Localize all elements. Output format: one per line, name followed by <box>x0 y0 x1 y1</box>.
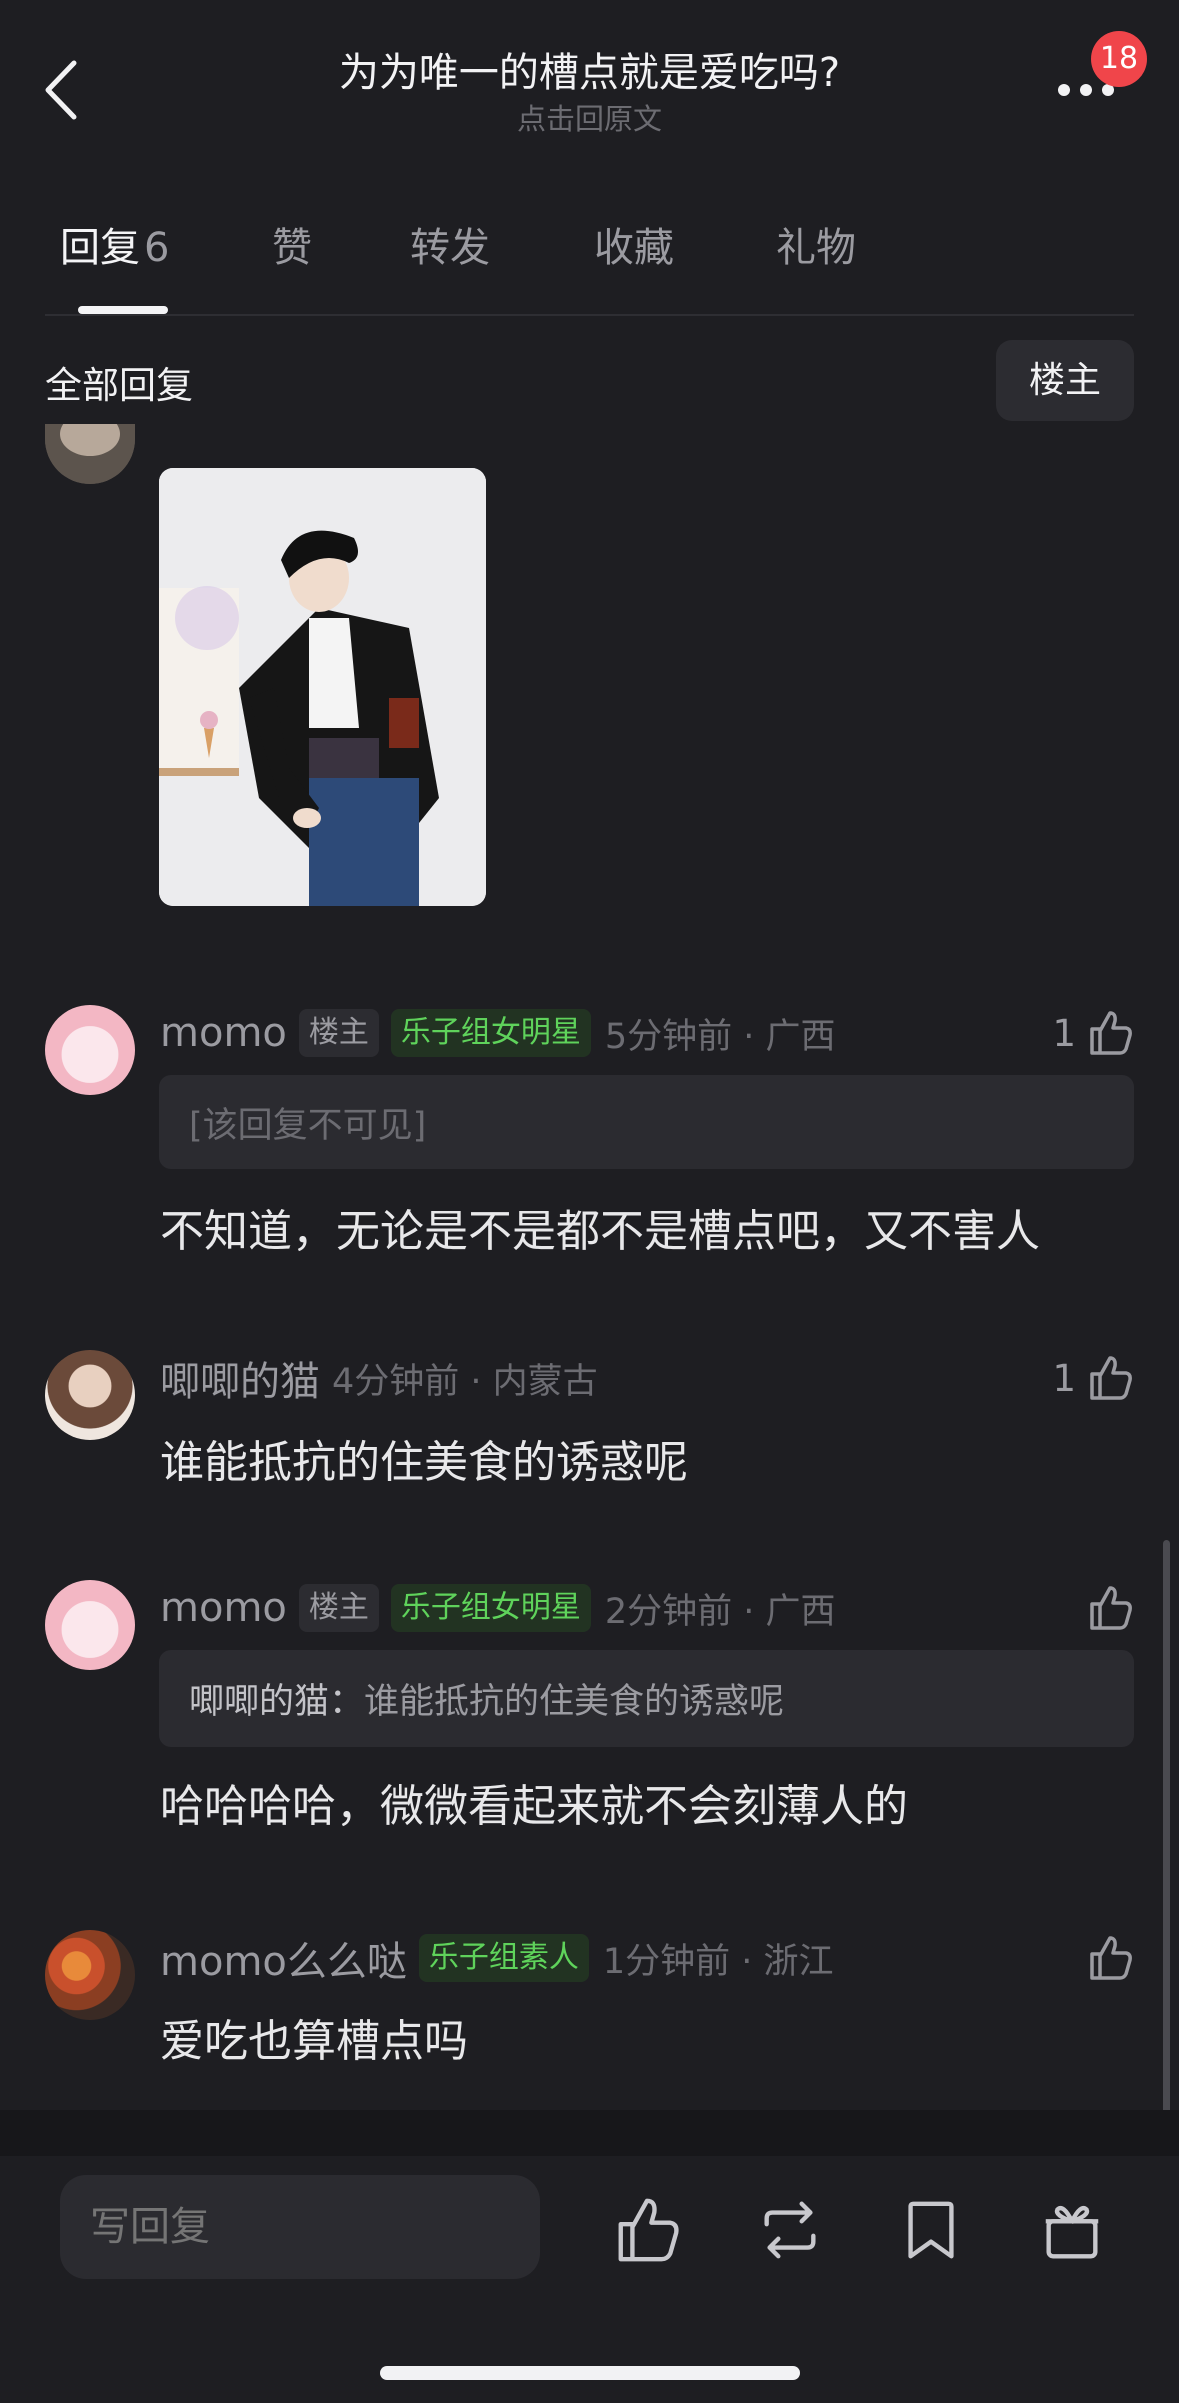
timestamp-location: 5分钟前 · 广西 <box>604 1016 836 1057</box>
thumbs-up-icon <box>1090 1586 1132 1630</box>
notification-badge: 18 <box>1091 31 1147 87</box>
repost-button[interactable] <box>755 2195 825 2265</box>
thumbs-up-icon <box>618 2198 679 2262</box>
comment-item: 唧唧的猫 4分钟前 · 内蒙古 1 谁能抵抗的住美食的诱惑呢 <box>0 1350 1179 1488</box>
reply-detail-page: 为为唯一的槽点就是爱吃吗? 点击回原文 18 回复 6 赞 转发 收藏 礼物 全部… <box>0 0 1179 2403</box>
page-title[interactable]: 为为唯一的槽点就是爱吃吗? <box>0 40 1179 98</box>
comment-item: momo 楼主 乐子组女明星 2分钟前 · 广西 唧唧的猫： 谁能抵抗的住美食的… <box>0 1580 1179 1840</box>
username[interactable]: momo <box>160 1585 287 1631</box>
op-tag: 楼主 <box>298 1584 379 1632</box>
like-post-button[interactable] <box>612 2195 682 2265</box>
tab-label: 转发 <box>410 225 490 271</box>
thumbs-up-icon <box>1090 1356 1132 1400</box>
avatar-image <box>45 424 135 484</box>
tab-gifts[interactable]: 礼物 <box>776 215 856 273</box>
comment-meta: momo 楼主 乐子组女明星 5分钟前 · 广西 <box>160 1005 836 1061</box>
comment-text[interactable]: 不知道，无论是不是都不是槽点吧，又不害人 <box>160 1195 1134 1259</box>
comment-text[interactable]: 谁能抵抗的住美食的诱惑呢 <box>160 1426 1134 1490</box>
op-only-filter-button[interactable]: 楼主 <box>996 340 1134 421</box>
timestamp-location: 2分钟前 · 广西 <box>604 1591 836 1632</box>
avatar[interactable] <box>45 424 135 484</box>
tab-label: 回复 <box>60 225 140 271</box>
favorite-button[interactable] <box>896 2195 966 2265</box>
tab-replies[interactable]: 回复 6 <box>60 215 169 273</box>
active-tab-indicator <box>78 306 168 314</box>
tab-label: 礼物 <box>776 225 856 271</box>
like-button[interactable]: 1 <box>1052 1005 1134 1061</box>
tab-label: 收藏 <box>594 225 674 271</box>
like-button[interactable] <box>1086 1930 1134 1986</box>
gift-button[interactable] <box>1037 2195 1107 2265</box>
avatar[interactable] <box>45 1350 135 1440</box>
comment-meta: momo么么哒 乐子组素人 1分钟前 · 浙江 <box>160 1930 834 1986</box>
like-count: 1 <box>1052 1356 1076 1400</box>
op-tag: 楼主 <box>298 1009 379 1057</box>
quoted-reply[interactable]: 唧唧的猫： 谁能抵抗的住美食的诱惑呢 <box>159 1650 1134 1747</box>
quoted-text: [该回复不可见] <box>189 1105 427 1146</box>
like-button[interactable]: 1 <box>1052 1350 1134 1406</box>
avatar[interactable] <box>45 1005 135 1095</box>
comment-item: momo 楼主 乐子组女明星 5分钟前 · 广西 1 [该回复不可见] 不知道，… <box>0 1005 1179 1257</box>
timestamp-location: 4分钟前 · 内蒙古 <box>332 1361 598 1402</box>
divider <box>45 314 1134 316</box>
thumbs-up-icon <box>1090 1936 1132 1980</box>
bookmark-icon <box>908 2201 954 2259</box>
username[interactable]: 唧唧的猫 <box>160 1349 320 1407</box>
comment-meta: 唧唧的猫 4分钟前 · 内蒙古 <box>160 1350 598 1406</box>
tab-favorites[interactable]: 收藏 <box>594 215 674 273</box>
comment-meta: momo 楼主 乐子组女明星 2分钟前 · 广西 <box>160 1580 836 1636</box>
quoted-username: 唧唧的猫： <box>189 1682 365 1722</box>
comment-text[interactable]: 爱吃也算槽点吗 <box>160 2005 1134 2069</box>
all-replies-label: 全部回复 <box>45 364 193 407</box>
like-count: 1 <box>1052 1011 1076 1055</box>
comment-item: momo么么哒 乐子组素人 1分钟前 · 浙江 爱吃也算槽点吗 <box>0 1930 1179 2070</box>
repost-icon <box>764 2201 816 2259</box>
thumbs-up-icon <box>1090 1011 1132 1055</box>
username[interactable]: momo么么哒 <box>160 1929 407 1987</box>
group-tag[interactable]: 乐子组女明星 <box>390 1009 591 1057</box>
group-tag[interactable]: 乐子组素人 <box>418 1934 589 1982</box>
quoted-text: 谁能抵抗的住美食的诱惑呢 <box>364 1682 785 1722</box>
avatar[interactable] <box>45 1930 135 2020</box>
tab-likes[interactable]: 赞 <box>272 215 312 273</box>
quoted-reply[interactable]: [该回复不可见] <box>159 1075 1134 1169</box>
timestamp-location: 1分钟前 · 浙江 <box>602 1941 834 1982</box>
view-original-link[interactable]: 点击回原文 <box>0 96 1179 138</box>
tab-label: 赞 <box>272 225 312 271</box>
comment-text[interactable]: 哈哈哈哈，微微看起来就不会刻薄人的 <box>160 1770 1134 1834</box>
like-button[interactable] <box>1086 1580 1134 1636</box>
more-dots-icon-dot <box>1080 84 1092 96</box>
tab-bar: 回复 6 赞 转发 收藏 礼物 <box>0 215 1179 285</box>
reply-input[interactable] <box>60 2175 540 2279</box>
scrollbar[interactable] <box>1163 1540 1170 2115</box>
username[interactable]: momo <box>160 1010 287 1056</box>
avatar[interactable] <box>45 1580 135 1670</box>
reply-image[interactable] <box>159 468 486 906</box>
more-dots-icon <box>1058 84 1070 96</box>
home-indicator[interactable] <box>380 2366 800 2380</box>
gift-icon <box>1045 2205 1099 2259</box>
group-tag[interactable]: 乐子组女明星 <box>390 1584 591 1632</box>
person-photo <box>159 468 486 906</box>
tab-count: 6 <box>144 225 170 271</box>
bottom-separator <box>0 2110 1179 2156</box>
tab-reposts[interactable]: 转发 <box>410 215 490 273</box>
